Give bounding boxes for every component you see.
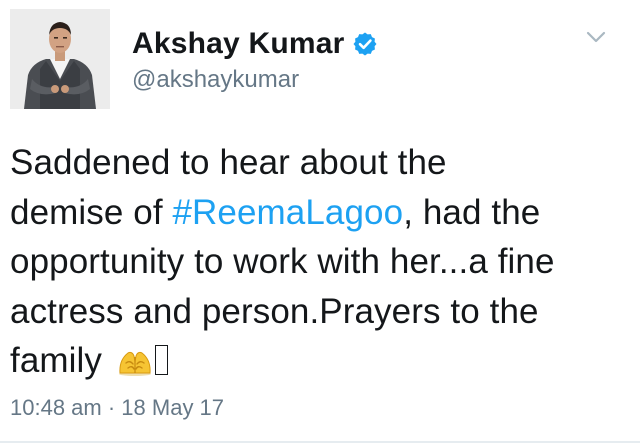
- hashtag-link[interactable]: #ReemaLagoo: [172, 193, 403, 232]
- missing-glyph-box-icon: [154, 345, 168, 375]
- tweet-text-segment: , had the: [403, 192, 541, 232]
- tweet-line: Saddened to hear about the: [10, 138, 630, 188]
- display-name[interactable]: Akshay Kumar: [132, 27, 345, 61]
- tweet-time[interactable]: 10:48 am: [10, 395, 102, 420]
- tweet-text-segment: opportunity to work with her...a fine: [10, 242, 555, 281]
- tweet-line: demise of #ReemaLagoo, had the: [10, 188, 630, 238]
- tweet-card: Akshay Kumar @akshaykumar Saddened to he…: [0, 0, 640, 443]
- tweet-text-segment: demise of: [10, 192, 173, 232]
- avatar-photo: [10, 9, 110, 109]
- chevron-down-icon[interactable]: [584, 26, 608, 48]
- tweet-text-segment: actress and person.Prayers to the: [10, 291, 539, 331]
- tweet-text: Saddened to hear about the demise of #Re…: [10, 138, 630, 386]
- tweet-text-segment: Saddened to hear about the: [10, 143, 447, 182]
- user-handle[interactable]: @akshaykumar: [132, 66, 299, 94]
- verified-badge-icon: [352, 31, 378, 57]
- author-name-row[interactable]: Akshay Kumar: [132, 26, 378, 62]
- tweet-timestamp[interactable]: 10:48 am · 18 May 17: [10, 395, 224, 421]
- tweet-line: family: [10, 336, 630, 386]
- tweet-text-segment: family: [10, 341, 112, 380]
- timestamp-separator: ·: [101, 395, 122, 420]
- tweet-line: actress and person.Prayers to the: [10, 287, 630, 337]
- tweet-date[interactable]: 18 May 17: [121, 395, 224, 420]
- tweet-line: opportunity to work with her...a fine: [10, 237, 630, 287]
- folded-hands-emoji-icon: [116, 340, 154, 376]
- avatar[interactable]: [10, 9, 110, 109]
